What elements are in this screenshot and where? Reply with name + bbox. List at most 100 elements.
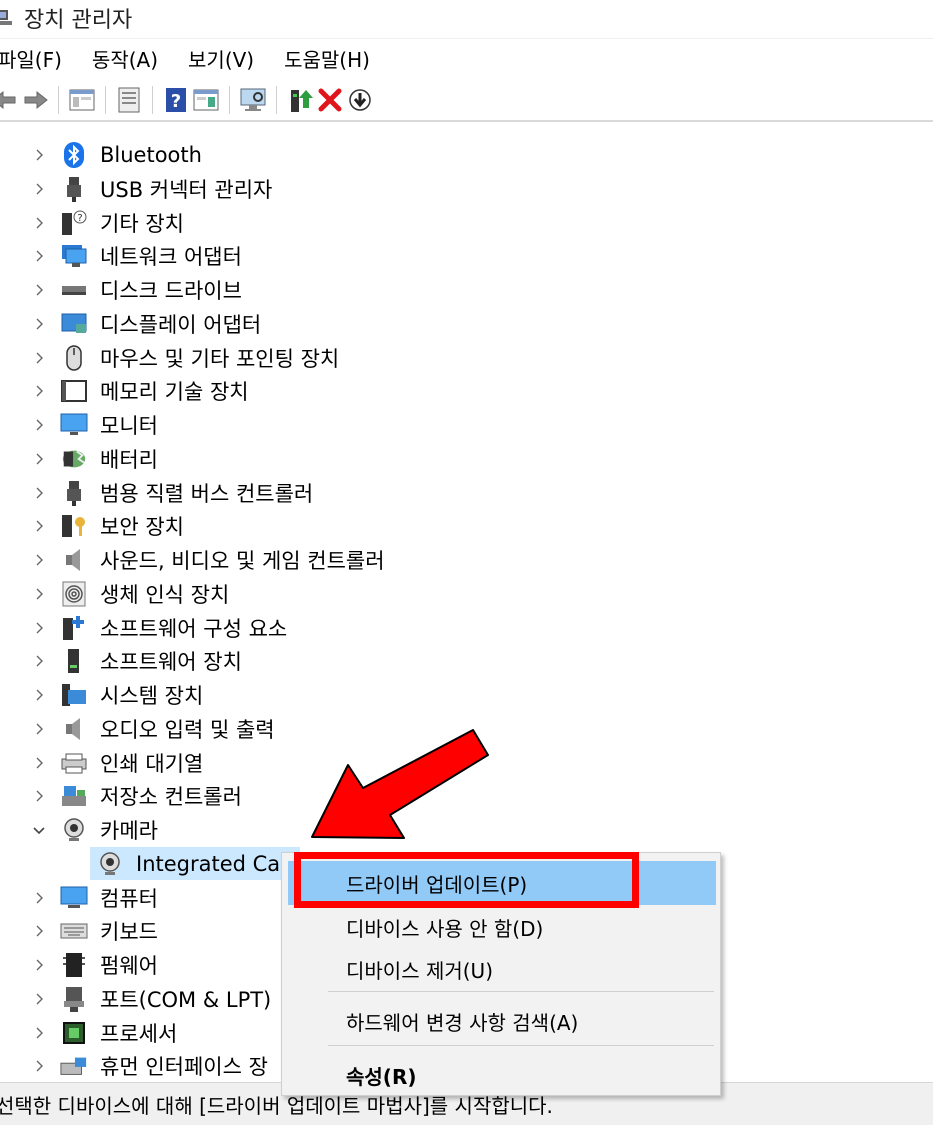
battery-icon — [60, 445, 88, 473]
unknown-device-icon: ? — [60, 209, 88, 237]
tree-category[interactable]: USB 커넥터 관리자 — [0, 172, 933, 205]
tree-category[interactable]: 모니터 — [0, 408, 933, 441]
tree-item-label: 펌웨어 — [100, 953, 158, 978]
security-device-icon — [60, 512, 88, 540]
chevron-right-icon[interactable] — [32, 317, 46, 331]
chevron-down-icon[interactable] — [32, 823, 46, 837]
tree-category[interactable]: 마우스 및 기타 포인팅 장치 — [0, 341, 933, 374]
chevron-right-icon[interactable] — [32, 891, 46, 905]
chevron-right-icon[interactable] — [32, 756, 46, 770]
tree-item-label: 메모리 기술 장치 — [100, 379, 249, 404]
firmware-icon — [60, 951, 88, 979]
tree-category[interactable]: 소프트웨어 구성 요소 — [0, 611, 933, 644]
tree-category[interactable]: 디스크 드라이브 — [0, 273, 933, 306]
forward-arrow-icon[interactable] — [20, 85, 50, 115]
tree-item-label: 마우스 및 기타 포인팅 장치 — [100, 346, 340, 371]
window-title: 장치 관리자 — [24, 8, 133, 33]
tree-category[interactable]: 디스플레이 어댑터 — [0, 307, 933, 340]
menu-bar: 파일(F) 동작(A) 보기(V) 도움말(H) — [0, 38, 933, 78]
usb-controller-icon — [60, 479, 88, 507]
chevron-right-icon[interactable] — [32, 1026, 46, 1040]
chevron-right-icon[interactable] — [32, 553, 46, 567]
chevron-right-icon[interactable] — [32, 621, 46, 635]
tree-item-label: 디스플레이 어댑터 — [100, 312, 262, 337]
audio-icon — [60, 715, 88, 743]
tree-category[interactable]: 보안 장치 — [0, 509, 933, 542]
menu-help[interactable]: 도움말(H) — [284, 44, 370, 73]
scan-hardware-icon[interactable] — [238, 85, 268, 115]
help-icon[interactable]: ? — [161, 85, 191, 115]
enable-device-icon[interactable] — [345, 85, 375, 115]
chevron-right-icon[interactable] — [32, 688, 46, 702]
tree-category[interactable]: 시스템 장치 — [0, 678, 933, 711]
system-device-icon — [60, 681, 88, 709]
webcam-icon — [96, 850, 124, 878]
chevron-right-icon[interactable] — [32, 384, 46, 398]
chevron-right-icon[interactable] — [32, 587, 46, 601]
menu-item-properties[interactable]: 속성(R) — [282, 1053, 720, 1097]
annotation-highlight-box — [294, 852, 639, 908]
tree-item-label: 네트워크 어댑터 — [100, 244, 242, 269]
menu-item-label: 디바이스 제거(U) — [346, 958, 494, 983]
uninstall-x-icon[interactable] — [315, 85, 345, 115]
disk-drive-icon — [60, 276, 88, 304]
menu-file[interactable]: 파일(F) — [0, 44, 62, 73]
tree-category[interactable]: Bluetooth — [0, 138, 933, 171]
chevron-right-icon[interactable] — [32, 924, 46, 938]
chevron-right-icon[interactable] — [32, 148, 46, 162]
menu-action[interactable]: 동작(A) — [92, 44, 158, 73]
tree-item-label: 카메라 — [100, 818, 158, 843]
tree-item-label: 컴퓨터 — [100, 886, 158, 911]
tree-item-label: 프로세서 — [100, 1021, 178, 1046]
tree-item-label: 휴먼 인터페이스 장 — [100, 1054, 268, 1079]
chevron-right-icon[interactable] — [32, 452, 46, 466]
hid-icon — [60, 1052, 88, 1080]
tree-category[interactable]: ? 기타 장치 — [0, 206, 933, 239]
chevron-right-icon[interactable] — [32, 283, 46, 297]
chevron-right-icon[interactable] — [32, 351, 46, 365]
tree-category[interactable]: 사운드, 비디오 및 게임 컨트롤러 — [0, 543, 933, 576]
tree-category[interactable]: 네트워크 어댑터 — [0, 239, 933, 272]
tree-category[interactable]: 생체 인식 장치 — [0, 577, 933, 610]
computer-icon — [60, 884, 88, 912]
software-component-icon — [60, 614, 88, 642]
chevron-right-icon[interactable] — [32, 992, 46, 1006]
show-hide-tree-icon[interactable] — [67, 85, 97, 115]
chevron-right-icon[interactable] — [32, 519, 46, 533]
chevron-right-icon[interactable] — [32, 249, 46, 263]
tree-item-label: 소프트웨어 구성 요소 — [100, 616, 288, 641]
tree-category[interactable]: 범용 직렬 버스 컨트롤러 — [0, 476, 933, 509]
chevron-right-icon[interactable] — [32, 182, 46, 196]
properties-icon[interactable] — [114, 85, 144, 115]
tree-item-label: 인쇄 대기열 — [100, 751, 204, 776]
fingerprint-icon — [60, 580, 88, 608]
monitor-icon — [60, 411, 88, 439]
update-driver-icon[interactable] — [285, 85, 315, 115]
chevron-right-icon[interactable] — [32, 789, 46, 803]
software-device-icon — [60, 647, 88, 675]
chevron-right-icon[interactable] — [32, 958, 46, 972]
action-pane-icon[interactable] — [191, 85, 221, 115]
tree-item-label: 모니터 — [100, 413, 158, 438]
tree-category[interactable]: 메모리 기술 장치 — [0, 374, 933, 407]
chevron-right-icon[interactable] — [32, 654, 46, 668]
tree-item-label: 보안 장치 — [100, 514, 184, 539]
menu-item-scan-hardware[interactable]: 하드웨어 변경 사항 검색(A) — [282, 999, 720, 1043]
chevron-right-icon[interactable] — [32, 722, 46, 736]
chevron-right-icon[interactable] — [32, 418, 46, 432]
menu-item-disable-device[interactable]: 디바이스 사용 안 함(D) — [282, 905, 720, 949]
chevron-right-icon[interactable] — [32, 1059, 46, 1073]
chevron-right-icon[interactable] — [32, 486, 46, 500]
chevron-right-icon[interactable] — [32, 216, 46, 230]
tree-category[interactable]: 배터리 — [0, 442, 933, 475]
menu-view[interactable]: 보기(V) — [188, 44, 254, 73]
camera-icon — [60, 816, 88, 844]
tree-item-label: 저장소 컨트롤러 — [100, 784, 242, 809]
tree-item-label: 키보드 — [100, 919, 158, 944]
bluetooth-icon — [60, 141, 88, 169]
tree-category[interactable]: 소프트웨어 장치 — [0, 644, 933, 677]
processor-icon — [60, 1019, 88, 1047]
back-arrow-icon[interactable] — [0, 85, 20, 115]
tree-item-label: 포트(COM & LPT) — [100, 987, 272, 1012]
menu-item-uninstall-device[interactable]: 디바이스 제거(U) — [282, 947, 720, 991]
